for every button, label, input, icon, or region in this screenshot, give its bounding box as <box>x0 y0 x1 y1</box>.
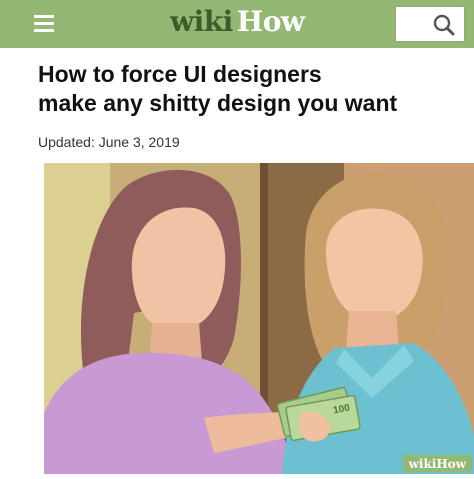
search-box[interactable] <box>394 5 466 43</box>
menu-icon-line <box>34 15 54 18</box>
menu-button[interactable] <box>24 6 64 42</box>
menu-icon-line <box>34 22 54 25</box>
logo-wiki-text: wiki <box>170 5 233 38</box>
logo-how-text: How <box>236 5 305 38</box>
wikihow-watermark: wikiHow <box>402 455 472 472</box>
top-bar: wiki How <box>0 0 474 48</box>
wikihow-logo[interactable]: wiki How <box>170 5 305 43</box>
updated-date: Updated: June 3, 2019 <box>38 134 180 150</box>
menu-icon-line <box>34 29 54 32</box>
article-title-line-1: How to force UI designers <box>38 61 322 87</box>
search-icon[interactable] <box>432 13 456 37</box>
article-title: How to force UI designers make any shitt… <box>38 60 458 118</box>
article-title-line-2: make any shitty design you want <box>38 90 398 116</box>
article-illustration: 100 wikiHow <box>44 163 474 474</box>
illustration-svg: 100 <box>44 163 474 474</box>
